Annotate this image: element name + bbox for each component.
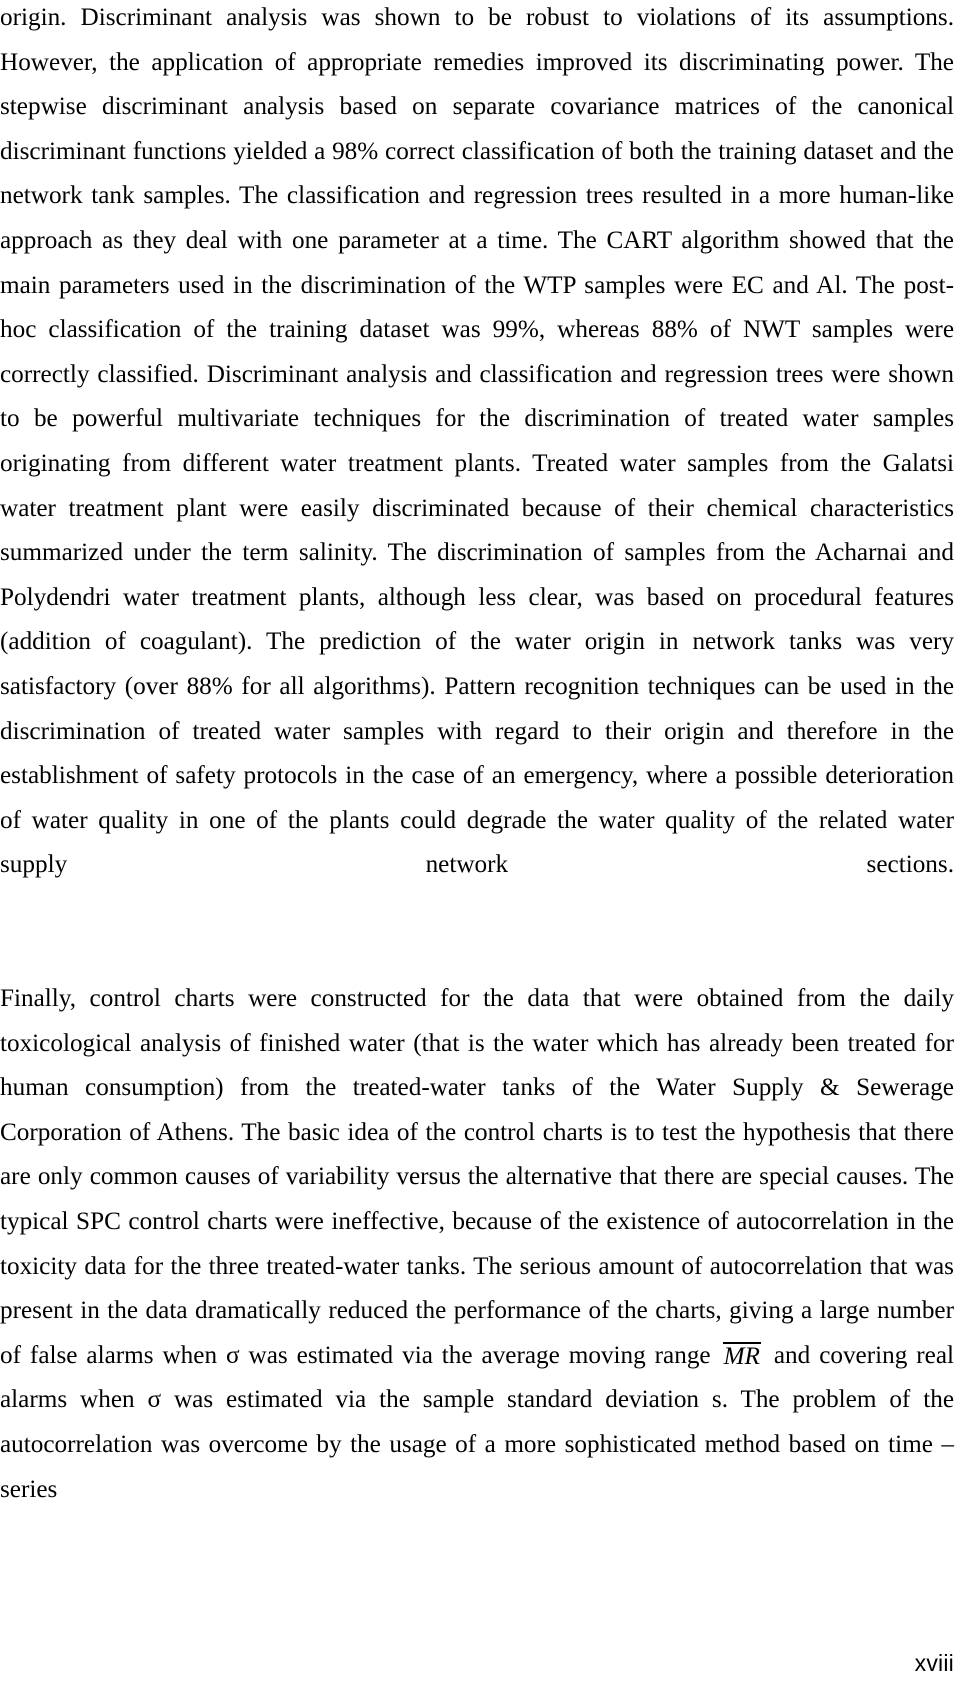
body-paragraph: Finally, control charts were constructed… [0,985,954,1503]
page-number: xviii [914,1650,954,1676]
average-moving-range-symbol: MR [722,1341,761,1370]
body-text-column: origin. Discriminant analysis was shown … [0,0,954,1512]
document-page: origin. Discriminant analysis was shown … [0,0,960,1686]
body-paragraph: origin. Discriminant analysis was shown … [0,4,954,879]
